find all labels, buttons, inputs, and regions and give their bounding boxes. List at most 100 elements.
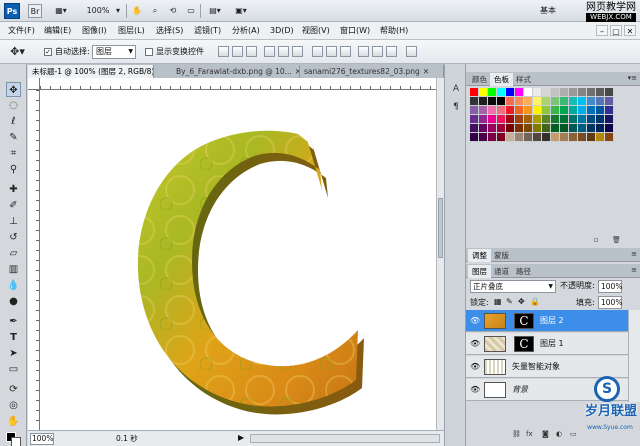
auto-select-dropdown[interactable]: 图层 ▼ xyxy=(92,45,136,59)
color-swatch[interactable] xyxy=(596,124,605,133)
color-swatch[interactable] xyxy=(497,97,506,106)
tab-adjustments[interactable]: 调整 xyxy=(468,249,491,262)
color-swatch[interactable] xyxy=(515,115,524,124)
color-swatch[interactable] xyxy=(569,133,578,142)
color-swatch[interactable] xyxy=(515,97,524,106)
path-selection-tool-icon[interactable]: ➤ xyxy=(6,346,21,361)
eye-icon[interactable]: 👁 xyxy=(470,385,480,395)
color-swatch[interactable] xyxy=(497,124,506,133)
minimize-button[interactable]: – xyxy=(596,25,608,36)
color-swatch[interactable] xyxy=(542,115,551,124)
color-swatch[interactable] xyxy=(470,106,479,115)
color-swatches[interactable] xyxy=(0,432,27,446)
color-swatch[interactable] xyxy=(524,115,533,124)
color-swatch[interactable] xyxy=(551,124,560,133)
menu-filter[interactable]: 滤镜(T) xyxy=(194,25,221,37)
menu-image[interactable]: 图像(I) xyxy=(82,25,107,37)
color-swatch[interactable] xyxy=(587,133,596,142)
rotate-view-icon[interactable]: ⟲ xyxy=(166,4,180,18)
color-swatch[interactable] xyxy=(524,106,533,115)
lock-position-icon[interactable]: ✥ xyxy=(518,297,525,306)
bridge-button[interactable]: Br xyxy=(28,4,42,18)
ruler-origin[interactable] xyxy=(28,78,40,90)
eye-icon[interactable]: 👁 xyxy=(470,362,480,372)
crop-tool-icon[interactable]: ⌗ xyxy=(6,146,21,161)
distribute-vcenter-icon[interactable] xyxy=(326,46,337,57)
eye-icon[interactable]: 👁 xyxy=(470,339,480,349)
color-swatch[interactable] xyxy=(560,124,569,133)
color-swatch[interactable] xyxy=(587,97,596,106)
distribute-hcenter-icon[interactable] xyxy=(372,46,383,57)
swatch-grid[interactable] xyxy=(470,88,620,142)
gradient-tool-icon[interactable]: ▥ xyxy=(6,262,21,277)
tab-swatches[interactable]: 色板 xyxy=(490,73,513,86)
color-swatch[interactable] xyxy=(542,97,551,106)
menu-3d[interactable]: 3D(D) xyxy=(270,25,294,37)
zoom-level-select[interactable]: 100% xyxy=(80,4,116,18)
panel-menu-icon[interactable]: ≡ xyxy=(631,250,637,258)
document-canvas[interactable] xyxy=(40,90,436,430)
color-swatch[interactable] xyxy=(569,97,578,106)
status-arrow-icon[interactable]: ▶ xyxy=(238,433,244,442)
color-swatch[interactable] xyxy=(479,133,488,142)
color-swatch[interactable] xyxy=(488,124,497,133)
new-group-icon[interactable]: ▭ xyxy=(570,430,577,438)
blend-mode-select[interactable]: 正片叠底 ▼ xyxy=(470,280,556,293)
color-swatch[interactable] xyxy=(542,133,551,142)
color-swatch[interactable] xyxy=(596,97,605,106)
restore-button[interactable]: ▢ xyxy=(610,25,622,36)
distribute-left-icon[interactable] xyxy=(358,46,369,57)
lock-all-icon[interactable]: 🔒 xyxy=(530,297,540,306)
scrollbar-thumb[interactable] xyxy=(438,198,443,258)
color-swatch[interactable] xyxy=(551,115,560,124)
tab-styles[interactable]: 样式 xyxy=(512,73,535,86)
color-swatch[interactable] xyxy=(515,106,524,115)
menu-layer[interactable]: 图层(L) xyxy=(118,25,145,37)
vertical-scrollbar[interactable] xyxy=(436,78,444,430)
tab-color[interactable]: 颜色 xyxy=(468,73,491,86)
color-swatch[interactable] xyxy=(515,88,524,97)
align-left-icon[interactable] xyxy=(264,46,275,57)
eraser-tool-icon[interactable]: ▱ xyxy=(6,246,21,261)
color-swatch[interactable] xyxy=(506,133,515,142)
panel-menu-icon[interactable]: ▾≡ xyxy=(628,74,637,82)
color-swatch[interactable] xyxy=(506,115,515,124)
align-hcenter-icon[interactable] xyxy=(278,46,289,57)
color-swatch[interactable] xyxy=(587,115,596,124)
color-swatch[interactable] xyxy=(542,124,551,133)
color-swatch[interactable] xyxy=(470,124,479,133)
zoom-field[interactable]: 100% xyxy=(30,433,54,445)
color-swatch[interactable] xyxy=(578,106,587,115)
menu-view[interactable]: 视图(V) xyxy=(302,25,330,37)
color-swatch[interactable] xyxy=(605,106,614,115)
color-swatch[interactable] xyxy=(479,106,488,115)
color-swatch[interactable] xyxy=(560,106,569,115)
menu-help[interactable]: 帮助(H) xyxy=(380,25,408,37)
color-swatch[interactable] xyxy=(569,88,578,97)
color-swatch[interactable] xyxy=(551,97,560,106)
color-swatch[interactable] xyxy=(470,97,479,106)
menu-analysis[interactable]: 分析(A) xyxy=(232,25,260,37)
color-swatch[interactable] xyxy=(488,133,497,142)
align-right-icon[interactable] xyxy=(292,46,303,57)
color-swatch[interactable] xyxy=(488,106,497,115)
hand-tool-icon[interactable]: ✋ xyxy=(130,4,144,18)
color-swatch[interactable] xyxy=(533,124,542,133)
color-swatch[interactable] xyxy=(524,97,533,106)
color-swatch[interactable] xyxy=(506,124,515,133)
color-swatch[interactable] xyxy=(470,115,479,124)
align-bottom-icon[interactable] xyxy=(246,46,257,57)
color-swatch[interactable] xyxy=(560,97,569,106)
color-swatch[interactable] xyxy=(605,88,614,97)
color-swatch[interactable] xyxy=(488,97,497,106)
opacity-field[interactable]: 100% xyxy=(598,280,622,293)
clone-stamp-tool-icon[interactable]: ⊥ xyxy=(6,214,21,229)
eye-icon[interactable]: 👁 xyxy=(470,316,480,326)
color-swatch[interactable] xyxy=(524,88,533,97)
color-swatch[interactable] xyxy=(596,88,605,97)
quick-select-tool-icon[interactable]: ✎ xyxy=(6,130,21,145)
color-swatch[interactable] xyxy=(533,88,542,97)
layer-row[interactable]: 👁 C 图层 1 xyxy=(466,333,628,355)
adjustment-layer-icon[interactable]: ◐ xyxy=(556,430,562,438)
tab-untitled[interactable]: 未标题-1 @ 100% (图层 2, RGB/8) *✕ xyxy=(28,65,154,78)
